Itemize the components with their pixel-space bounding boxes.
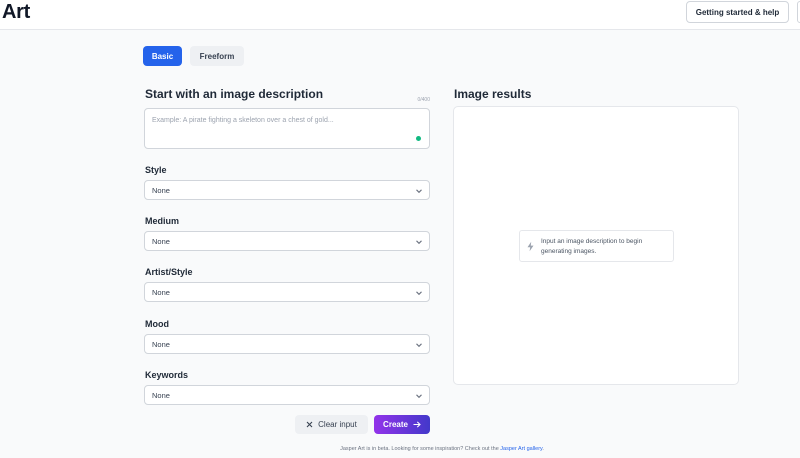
mood-value: None [152,340,170,349]
chevron-down-icon [416,291,422,296]
footer: Jasper Art is in beta. Looking for some … [0,446,800,452]
style-label: Style [145,165,167,175]
close-icon [306,421,313,428]
clear-input-button[interactable]: Clear input [295,415,368,434]
medium-label: Medium [145,216,180,226]
results-hint: Input an image description to begin gene… [519,230,674,262]
chevron-down-icon [416,394,422,399]
chevron-down-icon [416,343,422,348]
clear-input-label: Clear input [318,420,357,429]
tab-freeform[interactable]: Freeform [190,46,244,66]
footer-text: Jasper Art is in beta. Looking for some … [340,446,501,452]
create-button[interactable]: Create [374,415,430,434]
chevron-down-icon [416,189,422,194]
keywords-label: Keywords [145,370,189,380]
getting-started-help-button[interactable]: Getting started & help [686,1,789,23]
medium-select[interactable]: None [144,231,430,251]
artist-style-select[interactable]: None [144,282,430,302]
jasper-art-gallery-link[interactable]: Jasper Art gallery [500,446,542,452]
artist-style-label: Artist/Style [145,267,193,277]
top-bar: Art Getting started & help [0,0,800,30]
artist-style-value: None [152,288,170,297]
results-heading: Image results [454,87,532,101]
create-label: Create [383,420,408,429]
arrow-right-icon [413,421,421,428]
style-select[interactable]: None [144,180,430,200]
app-title: Art [2,1,30,23]
style-value: None [152,186,170,195]
mood-select[interactable]: None [144,334,430,354]
status-dot-icon [416,136,421,141]
description-heading: Start with an image description [145,87,324,101]
medium-value: None [152,237,170,246]
description-placeholder: Example: A pirate fighting a skeleton ov… [152,117,334,124]
footer-suffix: . [542,446,544,452]
results-hint-text: Input an image description to begin gene… [541,238,643,255]
tab-basic[interactable]: Basic [143,46,182,66]
mood-label: Mood [145,319,169,329]
lightning-icon [527,241,534,252]
chevron-down-icon [416,240,422,245]
character-counter: 0/400 [417,97,430,103]
keywords-select[interactable]: None [144,385,430,405]
description-input[interactable]: Example: A pirate fighting a skeleton ov… [144,108,430,149]
keywords-value: None [152,391,170,400]
